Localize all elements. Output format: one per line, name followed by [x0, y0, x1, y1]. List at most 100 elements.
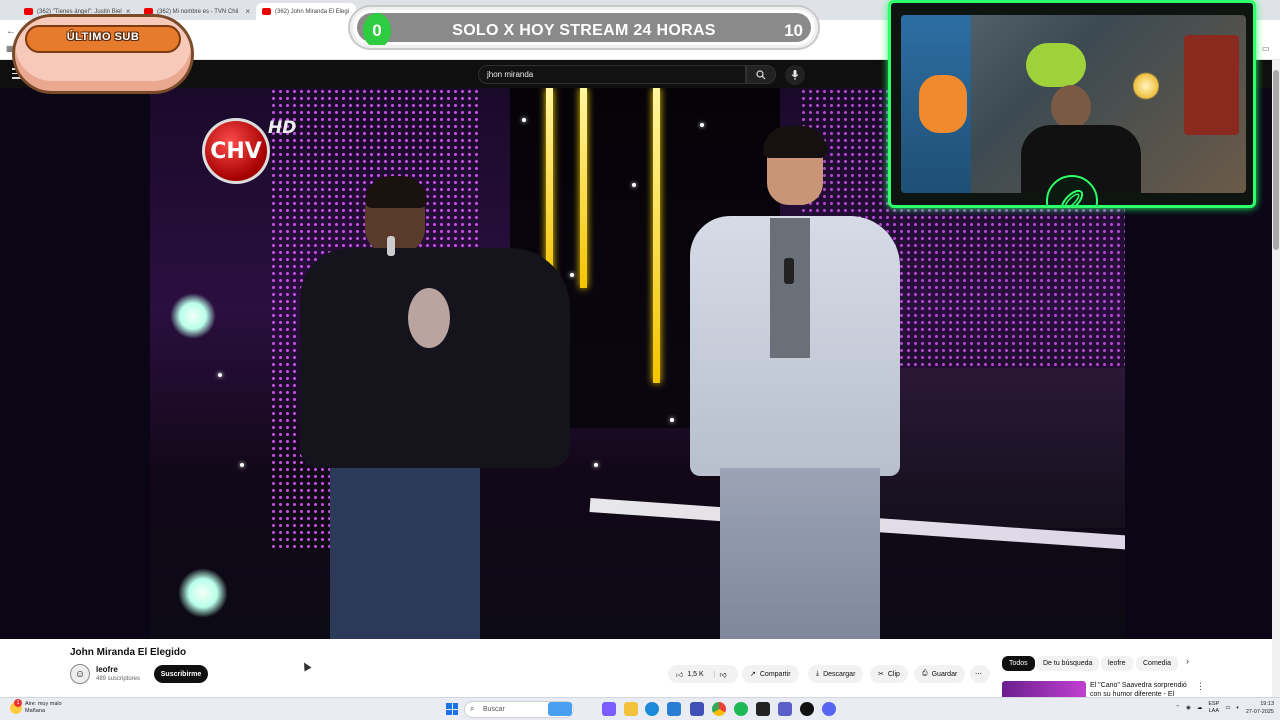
clock[interactable]: 19:13 27-07-2025	[1246, 700, 1274, 716]
chevron-right-icon[interactable]: ›	[1186, 656, 1189, 666]
download-icon: ⤓	[816, 670, 820, 677]
plush-toy	[919, 75, 967, 133]
filter-chip[interactable]: De tu búsqueda	[1036, 656, 1100, 671]
like-count[interactable]: 1,5 K	[687, 671, 703, 678]
share-label: Compartir	[759, 670, 791, 678]
scrollbar-thumb[interactable]	[1273, 70, 1279, 250]
voice-search-button[interactable]	[785, 65, 805, 85]
youtube-favicon-icon	[262, 8, 271, 15]
terminal-icon[interactable]	[756, 702, 770, 716]
system-tray: ⌃ ◉ ☁ ESP LAA ▭ 🔈︎ 19:13 27-07-2025	[1175, 700, 1274, 716]
light-bar	[580, 88, 587, 288]
light-bar	[653, 88, 660, 383]
recommendation-menu-icon[interactable]: ⋮	[1196, 681, 1205, 692]
clock-date: 27-07-2025	[1245, 709, 1274, 715]
video-info-section: John Miranda El Elegido ☺ leofre 489 sus…	[0, 639, 1272, 697]
browser-tab-active[interactable]: (362) John Miranda El Elegi	[256, 3, 356, 20]
edge-icon[interactable]	[645, 702, 659, 716]
widget-app-icon[interactable]	[548, 702, 572, 716]
recommendation-thumbnail[interactable]	[1002, 681, 1086, 697]
neon-sign	[1133, 71, 1159, 101]
page-scrollbar[interactable]	[1272, 60, 1280, 697]
weather-line: Mañana	[25, 708, 45, 714]
filter-chip[interactable]: leofre	[1101, 656, 1133, 671]
bookmark-icon: ⎙	[922, 670, 928, 677]
discord-icon[interactable]	[822, 702, 836, 716]
close-tab-icon[interactable]: ×	[245, 7, 250, 16]
share-button[interactable]: ↗ Compartir	[742, 665, 799, 683]
obs-icon[interactable]	[800, 702, 814, 716]
channel-logo: CHV	[202, 118, 270, 184]
more-actions-button[interactable]: ⋯	[970, 665, 990, 683]
search-input[interactable]: jhon miranda	[478, 65, 746, 84]
stream-goal-bar: 0 SOLO X HOY STREAM 24 HORAS 10	[350, 7, 818, 48]
search-button[interactable]	[746, 65, 776, 84]
last-sub-label: ÚLTIMO SUB	[66, 31, 140, 43]
weather-line: Aire: muy malo	[25, 701, 62, 707]
person-jacket	[300, 248, 570, 468]
plush-toy	[1026, 43, 1086, 87]
tab-label: (362) John Miranda El Elegi	[275, 8, 350, 15]
language-indicator[interactable]: ESP LAA	[1208, 701, 1219, 715]
tab-label: (362) Mi nombre es - TVN Chil	[157, 8, 239, 15]
tray-chevron-icon[interactable]: ⌃	[1175, 705, 1180, 711]
chrome-icon[interactable]	[712, 702, 726, 716]
store-icon[interactable]	[690, 702, 704, 716]
notification-badge: 1	[14, 699, 22, 707]
person-trousers	[720, 468, 880, 639]
more-dots-icon: ⋯	[975, 671, 982, 678]
scissors-icon: ✂	[878, 671, 884, 678]
share-icon: ↗	[750, 671, 756, 678]
search-icon	[756, 69, 766, 79]
channel-name[interactable]: leofre	[96, 665, 118, 674]
sparkle	[570, 273, 574, 277]
filter-chip[interactable]: Todos	[1002, 656, 1035, 671]
sparkle	[670, 418, 674, 422]
sparkle	[700, 123, 704, 127]
video-title: John Miranda El Elegido	[70, 647, 187, 658]
bookmarks-folder-icon[interactable]: ▭	[1262, 44, 1270, 53]
spotify-icon[interactable]	[734, 702, 748, 716]
microphone	[387, 236, 395, 256]
microphone-icon	[791, 70, 799, 80]
sparkle	[218, 373, 222, 377]
outlook-icon[interactable]	[667, 702, 681, 716]
network-icon[interactable]: ◉	[1186, 705, 1191, 711]
microphone	[784, 258, 794, 284]
spotlight	[170, 293, 216, 339]
search-icon: ⌕	[470, 704, 475, 713]
youtube-favicon-icon	[24, 8, 33, 15]
subscriber-count: 489 suscriptores	[96, 676, 141, 682]
copilot-icon[interactable]	[602, 702, 616, 716]
recommendation-title[interactable]: El "Cano" Saavedra sorprendió con su hum…	[1090, 681, 1194, 697]
volume-icon[interactable]: 🔈︎	[1237, 705, 1240, 712]
person-jeans	[330, 468, 480, 639]
weather-widget[interactable]: Aire: muy malo Mañana	[25, 701, 62, 715]
like-icon[interactable]: 👍︎	[676, 670, 683, 679]
keyboard-layout: LAA	[1208, 708, 1220, 714]
save-label: Guardar	[931, 670, 958, 678]
language-code: ESP	[1208, 701, 1220, 707]
subscribe-button[interactable]: Suscribirme	[154, 665, 208, 683]
filter-chip[interactable]: Comedia	[1136, 656, 1179, 671]
teams-icon[interactable]	[778, 702, 792, 716]
windows-start-icon[interactable]	[446, 703, 458, 715]
like-dislike-group: 👍︎ 1,5 K | 👎︎	[668, 665, 738, 683]
goal-target-value: 10	[784, 21, 803, 40]
goal-track: 0 SOLO X HOY STREAM 24 HORAS 10	[357, 13, 811, 45]
sparkle	[594, 463, 598, 467]
wifi-icon[interactable]: ▭	[1225, 705, 1230, 711]
webcam-feed	[901, 15, 1246, 193]
cloud-icon[interactable]: ☁	[1197, 705, 1203, 711]
tshirt-print	[408, 288, 450, 348]
channel-avatar[interactable]: ☺	[70, 664, 90, 684]
clock-time: 19:13	[1260, 701, 1274, 707]
windows-taskbar: 1 Aire: muy malo Mañana Buscar ⌕ ⌃ ◉ ☁ E…	[0, 697, 1280, 720]
download-button[interactable]: ⤓ Descargar	[808, 665, 864, 683]
save-button[interactable]: ⎙ Guardar	[914, 665, 966, 683]
clip-button[interactable]: ✂ Clip	[870, 665, 908, 683]
file-explorer-icon[interactable]	[624, 702, 638, 716]
dislike-icon[interactable]: 👎︎	[720, 670, 727, 679]
clip-label: Clip	[887, 670, 900, 678]
person-hair	[763, 126, 827, 158]
